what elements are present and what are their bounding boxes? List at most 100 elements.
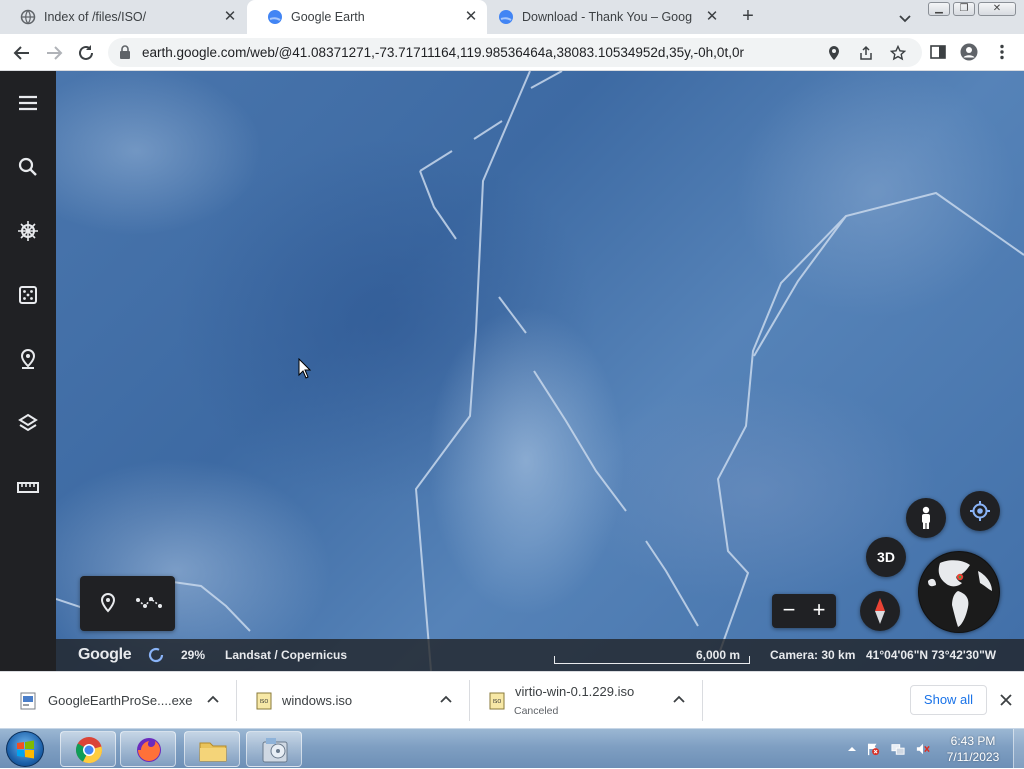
zoom-controls: − + xyxy=(772,594,836,628)
taskbar-disc-app[interactable] xyxy=(246,731,302,767)
close-tab-icon[interactable]: ✕ xyxy=(222,9,238,25)
border-lines xyxy=(56,71,1024,671)
download-filename: virtio-win-0.1.229.iso xyxy=(515,684,635,699)
voyager-wheel-icon[interactable] xyxy=(16,219,40,243)
zoom-in-button[interactable]: + xyxy=(806,597,832,623)
pegman-icon xyxy=(922,506,930,529)
url-text[interactable]: earth.google.com/web/@41.08371271,-73.71… xyxy=(142,45,782,60)
tab-download-thank-you[interactable]: Download - Thank You – Google ✕ xyxy=(478,0,728,34)
map-status-bar: Google 29% Landsat / Copernicus 6,000 m … xyxy=(56,639,1024,671)
google-earth-icon xyxy=(498,9,514,25)
close-tab-icon[interactable]: ✕ xyxy=(463,9,479,25)
tab-title: Download - Thank You – Google xyxy=(522,10,692,24)
disc-burner-icon xyxy=(262,738,288,763)
volume-muted-icon[interactable] xyxy=(916,742,930,756)
earth-sidebar xyxy=(0,71,56,671)
tab-strip: Index of /files/ISO/ ✕ Google Earth ✕ Do… xyxy=(0,0,1024,34)
compass-button[interactable] xyxy=(860,591,900,631)
iso-file-icon: ISO xyxy=(256,692,272,710)
address-bar[interactable]: earth.google.com/web/@41.08371271,-73.71… xyxy=(108,38,922,67)
browser-menu-icon[interactable] xyxy=(993,43,1011,61)
svg-text:ISO: ISO xyxy=(493,699,502,705)
location-pin-icon[interactable] xyxy=(826,45,842,61)
download-filename: windows.iso xyxy=(282,693,353,708)
forward-button[interactable] xyxy=(43,42,65,64)
taskbar-file-explorer[interactable] xyxy=(184,731,240,767)
tab-google-earth[interactable]: Google Earth ✕ xyxy=(247,0,487,34)
show-hidden-icons-chevron-icon[interactable] xyxy=(845,742,859,756)
my-location-button[interactable] xyxy=(960,491,1000,531)
folder-icon xyxy=(199,742,227,762)
download-shelf: GoogleEarthProSe....exe ISO windows.iso … xyxy=(0,671,1024,728)
chevron-up-icon[interactable] xyxy=(206,693,220,707)
tab-index-iso[interactable]: Index of /files/ISO/ ✕ xyxy=(0,0,246,34)
download-filename: GoogleEarthProSe....exe xyxy=(48,693,193,708)
close-icon[interactable] xyxy=(998,692,1014,708)
network-icon[interactable] xyxy=(891,742,905,756)
taskbar-firefox[interactable] xyxy=(120,731,176,767)
close-tab-icon[interactable]: ✕ xyxy=(704,9,720,25)
share-icon[interactable] xyxy=(858,45,874,61)
download-item[interactable]: ISO windows.iso xyxy=(236,672,469,729)
mini-globe[interactable] xyxy=(918,551,1000,633)
mouse-cursor-icon xyxy=(298,358,312,379)
chrome-icon xyxy=(76,737,102,764)
search-icon[interactable] xyxy=(16,155,40,179)
mini-globe-icon xyxy=(919,552,999,632)
earth-map-view[interactable] xyxy=(56,71,1024,671)
tab-search-chevron-icon[interactable] xyxy=(896,9,914,27)
loading-percent: 29% xyxy=(181,648,206,662)
add-placemark-icon[interactable] xyxy=(98,592,118,614)
bookmark-star-icon[interactable] xyxy=(889,44,907,61)
show-all-downloads-button[interactable]: Show all xyxy=(910,685,987,715)
drawing-tools xyxy=(80,576,175,631)
lock-icon[interactable] xyxy=(118,45,132,60)
download-item[interactable]: GoogleEarthProSe....exe xyxy=(0,672,236,729)
divider xyxy=(702,680,703,721)
taskbar-clock[interactable]: 6:43 PM 7/11/2023 xyxy=(940,733,1006,765)
download-item[interactable]: ISO virtio-win-0.1.229.iso Canceled xyxy=(469,672,702,729)
compass-needle-icon xyxy=(875,598,885,624)
cursor-coordinates: 41°04'06"N 73°42'30"W xyxy=(866,648,997,662)
chevron-up-icon[interactable] xyxy=(439,693,453,707)
start-button[interactable] xyxy=(6,731,44,767)
google-logo: Google xyxy=(78,646,132,663)
minimize-window-button[interactable]: ▁ xyxy=(928,2,950,16)
exe-file-icon xyxy=(20,692,36,710)
taskbar-chrome[interactable] xyxy=(60,731,116,767)
windows-taskbar: 6:43 PM 7/11/2023 xyxy=(0,728,1024,769)
map-style-layers-icon[interactable] xyxy=(16,411,40,435)
clock-time: 6:43 PM xyxy=(950,734,996,748)
show-desktop-button[interactable] xyxy=(1013,729,1024,769)
draw-line-icon[interactable] xyxy=(136,594,162,612)
feeling-lucky-dice-icon[interactable] xyxy=(16,283,40,307)
close-window-button[interactable]: ✕ xyxy=(978,2,1016,16)
measure-ruler-icon[interactable] xyxy=(16,475,40,499)
new-tab-button[interactable]: + xyxy=(736,5,760,29)
three-d-label: 3D xyxy=(877,549,895,565)
camera-altitude: Camera: 30 km xyxy=(770,648,856,662)
imagery-credit[interactable]: Landsat / Copernicus xyxy=(225,648,347,662)
browser-toolbar: earth.google.com/web/@41.08371271,-73.71… xyxy=(0,34,1024,71)
clock-date: 7/11/2023 xyxy=(946,750,1000,764)
profile-avatar-icon[interactable] xyxy=(960,43,978,61)
scale-label: 6,000 m xyxy=(696,648,741,662)
toggle-3d-button[interactable]: 3D xyxy=(866,537,906,577)
download-status: Canceled xyxy=(514,705,559,717)
projects-pin-icon[interactable] xyxy=(16,347,40,371)
pegman-street-view-button[interactable] xyxy=(906,498,946,538)
action-center-flag-icon[interactable] xyxy=(866,742,880,756)
zoom-out-button[interactable]: − xyxy=(776,597,802,623)
svg-text:ISO: ISO xyxy=(260,699,269,705)
restore-window-button[interactable]: ❐ xyxy=(953,2,975,16)
back-button[interactable] xyxy=(11,42,33,64)
loading-spinner-icon xyxy=(148,647,164,663)
menu-icon[interactable] xyxy=(16,91,40,115)
chevron-up-icon[interactable] xyxy=(672,693,686,707)
firefox-icon xyxy=(137,738,161,762)
tab-title: Google Earth xyxy=(291,10,365,24)
windows-logo-icon xyxy=(17,740,34,759)
reload-button[interactable] xyxy=(75,42,97,64)
google-earth-icon xyxy=(267,9,283,25)
side-panel-icon[interactable] xyxy=(929,43,947,61)
